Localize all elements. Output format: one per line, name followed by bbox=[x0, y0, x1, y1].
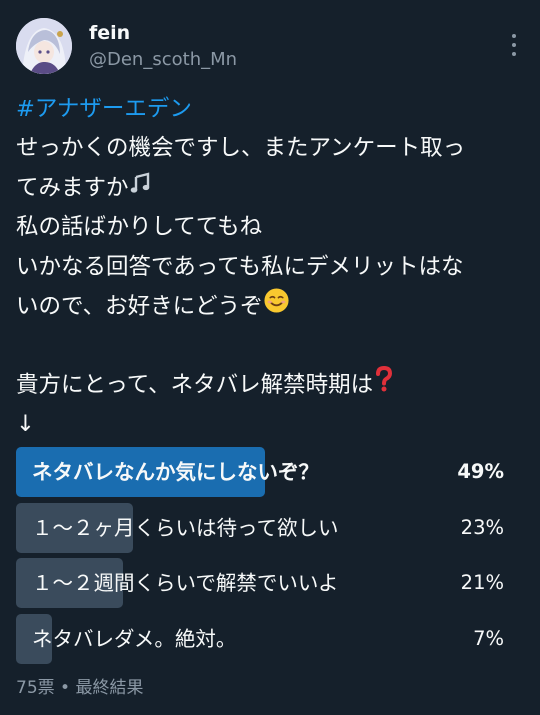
hashtag-link[interactable]: #アナザーエデン bbox=[16, 96, 192, 122]
tweet-line: せっかくの機会ですし、またアンケート取っ bbox=[16, 135, 466, 162]
tweet-line: てみますか bbox=[16, 174, 129, 201]
poll-option: ネタバレなんか気にしないぞ？ 49% bbox=[16, 447, 524, 497]
user-handle[interactable]: @Den_scoth_Mn bbox=[89, 49, 237, 70]
poll-option: １～２ヶ月くらいは待って欲しい 23% bbox=[16, 502, 524, 553]
poll-option-percent: 7% bbox=[473, 626, 504, 650]
poll-option-percent: 23% bbox=[460, 515, 504, 539]
tweet-line: 私の話ばかりしててもね bbox=[16, 214, 263, 241]
tweet-line: いので、お好きにどうぞ bbox=[16, 293, 263, 320]
tweet-line: ↓ bbox=[16, 411, 35, 438]
tweet-line: いかなる回答であっても私にデメリットはな bbox=[16, 253, 464, 280]
red-question-mark-emoji-icon bbox=[373, 365, 395, 405]
musical-notes-emoji-icon bbox=[129, 169, 153, 208]
poll-option-label: ネタバレなんか気にしないぞ？ bbox=[32, 460, 319, 484]
poll: ネタバレなんか気にしないぞ？ 49% １～２ヶ月くらいは待って欲しい 23% １… bbox=[16, 447, 524, 669]
poll-option-label: １～２ヶ月くらいは待って欲しい bbox=[32, 515, 339, 540]
poll-option-percent: 21% bbox=[460, 571, 504, 594]
tweet-line: 貴方にとって、ネタバレ解禁時期は bbox=[16, 371, 374, 398]
more-vertical-icon[interactable] bbox=[510, 34, 518, 56]
avatar[interactable] bbox=[16, 18, 72, 74]
poll-option: ネタバレダメ。絶対。 7% bbox=[16, 613, 524, 664]
poll-option-label: １～２週間くらいで解禁でいいよ bbox=[32, 571, 339, 595]
poll-option-percent: 49% bbox=[457, 460, 504, 483]
display-name[interactable]: fein bbox=[89, 22, 130, 44]
smiling-face-emoji-icon bbox=[263, 287, 290, 327]
tweet-text: #アナザーエデン せっかくの機会ですし、またアンケート取っ てみますか 私の話ば… bbox=[16, 90, 526, 445]
tweet-header: fein @Den_scoth_Mn bbox=[16, 18, 524, 80]
poll-option: １～２週間くらいで解禁でいいよ 21% bbox=[16, 558, 524, 608]
poll-footer: 75票 • 最終結果 bbox=[16, 678, 144, 698]
poll-option-label: ネタバレダメ。絶対。 bbox=[32, 626, 237, 651]
